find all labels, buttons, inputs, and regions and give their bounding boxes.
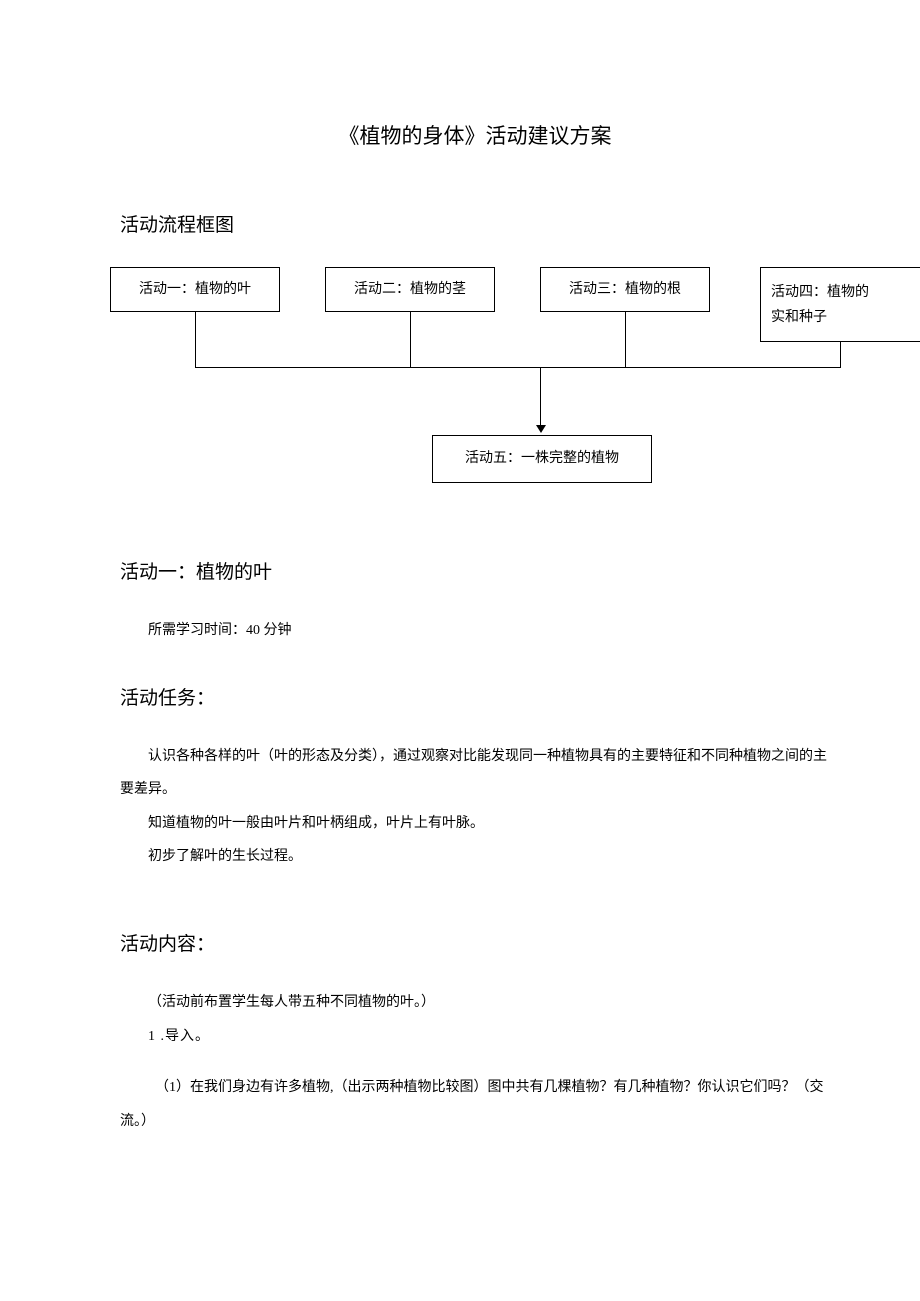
flow-box-activity-1: 活动一：植物的叶 — [110, 267, 280, 312]
flowchart-heading: 活动流程框图 — [120, 210, 830, 237]
task-heading: 活动任务： — [120, 683, 830, 710]
content-heading: 活动内容： — [120, 929, 830, 956]
flow-box-activity-4: 活动四：植物的 实和种子 — [760, 267, 920, 342]
study-time-label: 所需学习时间：40 分钟 — [120, 614, 830, 648]
flow-line — [840, 342, 841, 367]
task-paragraph-2: 知道植物的叶一般由叶片和叶柄组成，叶片上有叶脉。 — [120, 807, 830, 841]
activity-1-heading: 活动一：植物的叶 — [120, 557, 830, 584]
content-item-1: 1 .导入。 — [120, 1020, 830, 1054]
content-item-1-sub: （1）在我们身边有许多植物,（出示两种植物比较图）图中共有几棵植物？有几种植物？… — [120, 1071, 830, 1138]
flow-box-4-line2: 实和种子 — [771, 305, 827, 330]
flow-box-activity-2: 活动二：植物的茎 — [325, 267, 495, 312]
arrow-down-icon — [536, 425, 546, 433]
flowchart-diagram: 活动一：植物的叶 活动二：植物的茎 活动三：植物的根 活动四：植物的 实和种子 … — [110, 267, 920, 527]
flow-line — [195, 367, 841, 368]
content-pre-note: （活动前布置学生每人带五种不同植物的叶。） — [120, 986, 830, 1020]
flow-box-4-line1: 活动四：植物的 — [771, 280, 869, 305]
flow-line — [195, 312, 196, 367]
flow-box-activity-3: 活动三：植物的根 — [540, 267, 710, 312]
flow-line — [625, 312, 626, 367]
task-paragraph-1: 认识各种各样的叶（叶的形态及分类），通过观察对比能发现同一种植物具有的主要特征和… — [120, 740, 830, 807]
flow-line — [540, 367, 541, 427]
task-paragraph-3: 初步了解叶的生长过程。 — [120, 840, 830, 874]
document-title: 《植物的身体》活动建议方案 — [120, 120, 830, 150]
flow-line — [410, 312, 411, 367]
flow-box-activity-5: 活动五：一株完整的植物 — [432, 435, 652, 483]
